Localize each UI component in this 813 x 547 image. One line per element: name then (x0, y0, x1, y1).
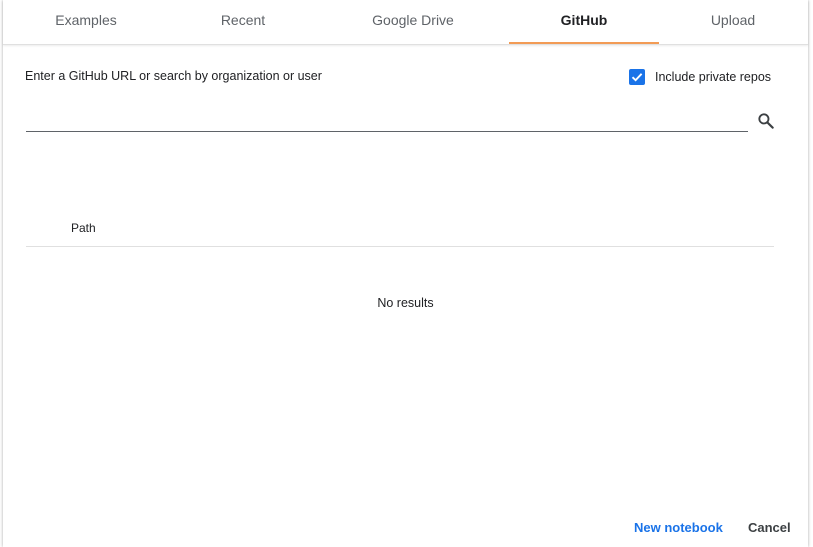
github-search-prompt: Enter a GitHub URL or search by organiza… (25, 69, 322, 83)
new-notebook-button[interactable]: New notebook (634, 520, 723, 535)
github-search-input[interactable] (26, 101, 748, 132)
results-table-header: Path (26, 205, 774, 247)
search-button[interactable] (756, 111, 776, 131)
tab-github[interactable]: GitHub (509, 0, 659, 44)
tab-google-drive[interactable]: Google Drive (353, 0, 473, 42)
checkmark-icon (631, 73, 643, 82)
open-notebook-dialog: Examples Recent Google Drive GitHub Uplo… (3, 0, 808, 547)
include-private-label: Include private repos (655, 70, 772, 84)
search-icon (758, 113, 774, 129)
cancel-button[interactable]: Cancel (748, 520, 791, 535)
tab-bar: Examples Recent Google Drive GitHub Uplo… (3, 0, 808, 45)
column-header-path[interactable]: Path (71, 221, 96, 235)
tab-examples[interactable]: Examples (38, 0, 134, 42)
empty-results-message: No results (377, 296, 434, 310)
tab-upload[interactable]: Upload (685, 0, 781, 42)
include-private-checkbox[interactable] (629, 69, 645, 85)
tab-recent[interactable]: Recent (195, 0, 291, 42)
